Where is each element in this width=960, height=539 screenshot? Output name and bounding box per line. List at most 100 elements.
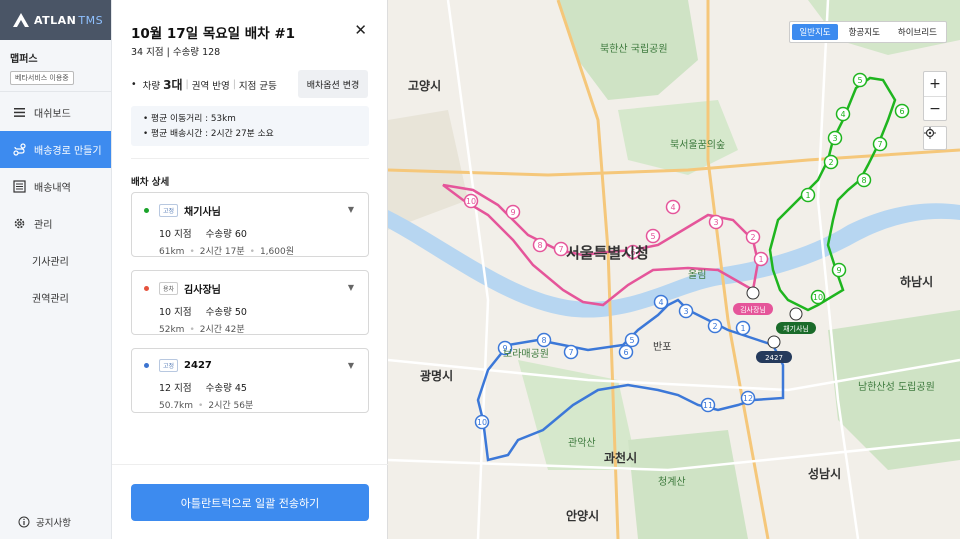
card-metrics: 61km • 2시간 17분 • 1,600원 [159, 247, 294, 257]
gwacheon-label: 과천시 [604, 450, 637, 465]
card-header: 고정 채기사님 [144, 203, 356, 218]
map[interactable]: 5 4 3 2 1 6 7 8 9 10 1 2 3 4 5 6 7 8 9 1… [388, 0, 960, 539]
zoom-control: + − [923, 71, 947, 121]
seongnam-label: 성남시 [808, 466, 841, 481]
stops: 12 지점 [159, 383, 192, 394]
han-river [388, 203, 960, 318]
card-stops: 12 지점 수송량 45 [144, 380, 356, 394]
bukhansan-label: 북한산 국립공원 [600, 42, 668, 55]
stop-label: 11 [703, 401, 713, 410]
park-area [628, 430, 748, 539]
nav-manage[interactable]: 관리 [0, 205, 111, 242]
change-options-button[interactable]: 배차옵션 변경 [298, 70, 368, 98]
nav-dashboard-label: 대쉬보드 [34, 109, 71, 120]
volume: 수송량 45 [205, 383, 247, 394]
nav-notice[interactable]: 공지사항 [18, 515, 71, 529]
chevron-down-icon[interactable]: ▼ [348, 205, 354, 214]
card-header: 고정 2427 [144, 359, 356, 372]
stop-label: 1 [758, 255, 763, 264]
stop-label: 7 [558, 245, 563, 254]
nav-dashboard[interactable]: 대쉬보드 [0, 94, 111, 131]
card-metrics: 50.7km • 2시간 56분 [159, 401, 254, 411]
stop-label: 7 [877, 140, 882, 149]
driver-tag: 고정 [159, 204, 179, 217]
avg-distance: • 평균 이동거리 : 53km [143, 114, 236, 124]
driver-badge-chae-label: 채기사님 [783, 324, 809, 333]
chevron-down-icon[interactable]: ▼ [348, 361, 354, 370]
namhansan-label: 남한산성 도립공원 [858, 380, 935, 393]
locate-button[interactable] [923, 126, 947, 150]
stop-label: 3 [683, 307, 688, 316]
stop-label: 2 [712, 322, 717, 331]
info-icon [18, 516, 30, 528]
map-type-hybrid[interactable]: 하이브리드 [889, 22, 946, 42]
nav-history-label: 배송내역 [34, 183, 71, 194]
driver-tag: 고정 [159, 359, 179, 372]
send-all-button[interactable]: 아틀란트럭으로 일괄 전송하기 [131, 484, 369, 521]
fee: 1,600원 [259, 247, 294, 257]
driver-pin-icon[interactable] [789, 307, 803, 321]
dispatch-card[interactable]: 용차 김사장님 ▼ 10 지점 수송량 50 52km • 2시간 42분 [131, 270, 369, 335]
card-stops: 10 지점 수송량 50 [144, 304, 356, 318]
chevron-down-icon[interactable]: ▼ [348, 283, 354, 292]
driver-tag: 용차 [159, 282, 179, 295]
card-header: 용차 김사장님 [144, 281, 356, 296]
stop-label: 4 [670, 203, 675, 212]
nav-route[interactable]: 배송경로 만들기 [0, 131, 111, 168]
anyang-label: 안양시 [566, 508, 599, 523]
avg-distance-text: 평균 이동거리 : 53km [151, 114, 236, 124]
stop-label: 10 [477, 418, 487, 427]
gwanaksan-label: 관악산 [568, 437, 596, 449]
nav-route-label: 배송경로 만들기 [34, 146, 102, 157]
gwangmyeong-label: 광명시 [420, 368, 453, 383]
nav-areas[interactable]: 권역관리 [0, 279, 111, 316]
crosshair-icon [924, 127, 936, 139]
status-dot [144, 363, 149, 368]
volume: 수송량 60 [205, 229, 247, 240]
duration: 2시간 42분 [199, 325, 245, 335]
section-title: 배차 상세 [131, 177, 170, 188]
stop-label: 9 [510, 208, 515, 217]
close-icon[interactable]: ✕ [354, 23, 367, 38]
panel-subtitle: 34 지점 | 수송량 128 [131, 47, 221, 58]
volume: 수송량 50 [205, 307, 247, 318]
driver-pin-icon[interactable] [767, 335, 781, 349]
nav-drivers[interactable]: 기사관리 [0, 242, 111, 279]
driver-badge-kim-label: 김사장님 [740, 305, 766, 314]
dispatch-card[interactable]: 고정 채기사님 ▼ 10 지점 수송량 60 61km • 2시간 17분 • 1,600… [131, 192, 369, 257]
map-type-normal[interactable]: 일반지도 [792, 24, 838, 40]
dispatch-card[interactable]: 고정 2427 ▼ 12 지점 수송량 45 50.7km • 2시간 56분 [131, 348, 369, 413]
banpo-label: 반포 [653, 341, 671, 353]
zoom-in-button[interactable]: + [924, 72, 946, 96]
bullet: • [131, 79, 137, 90]
divider [131, 158, 369, 159]
nav-history[interactable]: 배송내역 [0, 168, 111, 205]
panel-title: 10월 17일 목요일 배차 #1 [131, 26, 296, 42]
green-route [768, 76, 897, 312]
stop-label: 1 [805, 191, 810, 200]
stop-label: 5 [857, 76, 862, 85]
option-balance: 지점 균등 [238, 80, 277, 92]
cheonggyesan-label: 청계산 [658, 476, 686, 488]
stop-label: 10 [466, 197, 476, 206]
map-type-satellite[interactable]: 항공지도 [840, 22, 889, 42]
separator: | [185, 79, 189, 90]
driver-name: 채기사님 [184, 207, 221, 218]
stop-label: 3 [713, 218, 718, 227]
route-icon [13, 143, 26, 156]
stop-label: 5 [629, 336, 634, 345]
distance: 50.7km [159, 401, 194, 411]
distance: 61km [159, 247, 185, 257]
stop-label: 10 [813, 293, 823, 302]
zoom-out-button[interactable]: − [924, 96, 946, 120]
driver-pin-icon[interactable] [746, 286, 760, 300]
stops: 10 지점 [159, 307, 192, 318]
nav-drivers-label: 기사관리 [32, 257, 69, 268]
logo[interactable]: ATLAN TMS [0, 0, 111, 40]
option-region: 권역 반영 [191, 80, 230, 92]
map-canvas[interactable]: 5 4 3 2 1 6 7 8 9 10 1 2 3 4 5 6 7 8 9 1… [388, 0, 960, 539]
green-stop-labels: 5 4 3 2 1 6 7 8 9 10 [805, 76, 904, 302]
logo-text: ATLAN TMS [34, 14, 103, 27]
status-dot [144, 208, 149, 213]
bukseoul-label: 북서울꿈의숲 [670, 139, 725, 151]
